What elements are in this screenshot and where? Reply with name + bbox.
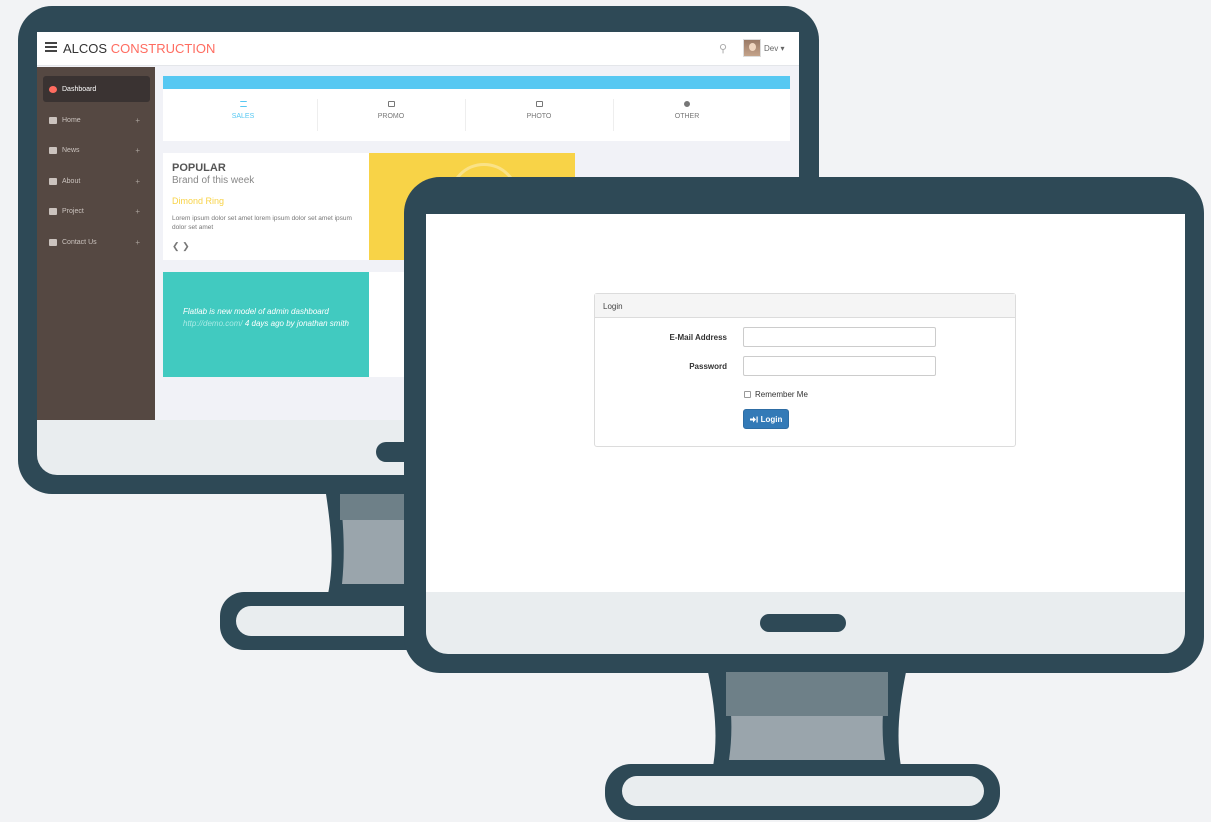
tab-other[interactable]: OTHER <box>613 89 761 141</box>
sidebar-item-label: Contact Us <box>62 238 97 246</box>
search-icon[interactable]: ⚲ <box>719 42 727 55</box>
expand-icon: + <box>135 176 140 186</box>
sidebar-item-project[interactable]: Project + <box>43 198 150 224</box>
front-monitor-base-inner <box>622 776 984 806</box>
tab-photo[interactable]: PHOTO <box>465 89 613 141</box>
expand-icon: + <box>135 237 140 247</box>
camera-icon <box>535 101 543 107</box>
sidebar-item-label: Home <box>62 116 81 124</box>
tab-label: SALES <box>231 113 255 120</box>
brand-accent: CONSTRUCTION <box>110 41 216 56</box>
sign-in-icon <box>749 416 758 422</box>
tweet-meta: 4 days ago by jonathan smith <box>244 319 349 328</box>
sidebar-item-dashboard[interactable]: Dashboard <box>43 76 150 102</box>
email-label: E-Mail Address <box>669 333 728 342</box>
tweet-link[interactable]: http://demo.com/ <box>183 319 243 328</box>
tweet-body: Flatlab is new model of admin dashboard <box>183 307 329 316</box>
front-monitor-neck <box>708 672 906 772</box>
product-link[interactable]: Dimond Ring <box>172 196 224 206</box>
phone-icon <box>49 238 57 246</box>
expand-icon: + <box>135 206 140 216</box>
tab-label: PHOTO <box>526 113 552 120</box>
sidebar: Dashboard Home + News + About + Project … <box>37 67 155 420</box>
news-icon <box>49 146 57 154</box>
twitter-card: Flatlab is new model of admin dashboard … <box>163 272 370 377</box>
login-screen: Login E-Mail Address Password Remember M… <box>426 214 1185 592</box>
calendar-icon <box>387 101 395 107</box>
popular-title: POPULAR <box>172 162 226 174</box>
brand-main: ALCOS <box>63 41 108 56</box>
sidebar-item-label: Dashboard <box>62 85 97 93</box>
expand-icon: + <box>135 145 140 155</box>
popular-card: POPULAR Brand of this week Dimond Ring L… <box>163 153 370 260</box>
next-icon[interactable]: ❯ <box>182 241 190 251</box>
password-label: Password <box>689 362 727 371</box>
popular-nav: ❮ ❯ <box>172 241 190 252</box>
sidebar-item-label: About <box>62 177 81 185</box>
login-button[interactable]: Login <box>743 409 789 429</box>
user-name: Dev <box>764 44 779 53</box>
tab-promo[interactable]: PROMO <box>317 89 465 141</box>
email-field[interactable] <box>743 327 936 347</box>
sidebar-item-contact[interactable]: Contact Us + <box>43 229 150 255</box>
project-icon <box>49 207 57 215</box>
circle-icon <box>684 101 690 107</box>
header-strip <box>163 76 790 89</box>
tab-sales[interactable]: SALES <box>169 89 317 141</box>
user-menu[interactable]: Dev ▾ <box>764 44 784 53</box>
sidebar-item-home[interactable]: Home + <box>43 107 150 133</box>
list-icon <box>239 101 247 107</box>
remember-me-checkbox[interactable] <box>744 391 751 398</box>
tab-label: OTHER <box>674 113 700 120</box>
password-field[interactable] <box>743 356 936 376</box>
popular-description: Lorem ipsum dolor set amet lorem ipsum d… <box>172 215 352 231</box>
admin-topbar: ALCOS CONSTRUCTION ⚲ Dev ▾ <box>37 32 799 66</box>
menu-toggle-icon[interactable] <box>45 42 57 52</box>
popular-subtitle: Brand of this week <box>172 175 255 186</box>
prev-icon[interactable]: ❮ <box>172 241 180 251</box>
avatar[interactable] <box>743 39 761 57</box>
login-panel: Login E-Mail Address Password Remember M… <box>594 293 1016 447</box>
chevron-down-icon: ▾ <box>780 44 785 53</box>
login-panel-heading: Login <box>595 294 1015 318</box>
login-button-label: Login <box>760 414 783 424</box>
sidebar-item-label: Project <box>62 207 84 215</box>
remember-me-label[interactable]: Remember Me <box>755 390 808 399</box>
about-icon <box>49 177 57 185</box>
brand-logo[interactable]: ALCOS CONSTRUCTION <box>63 41 215 56</box>
sidebar-item-label: News <box>62 146 80 154</box>
tab-label: PROMO <box>377 113 405 120</box>
expand-icon: + <box>135 115 140 125</box>
sidebar-item-about[interactable]: About + <box>43 168 150 194</box>
front-monitor-logo-slot <box>760 614 846 632</box>
sidebar-item-news[interactable]: News + <box>43 137 150 163</box>
tab-panel: SALES PROMO PHOTO OTHER <box>163 89 790 141</box>
twitter-text: Flatlab is new model of admin dashboard … <box>183 306 363 330</box>
home-icon <box>49 116 57 124</box>
dashboard-icon <box>49 85 57 93</box>
